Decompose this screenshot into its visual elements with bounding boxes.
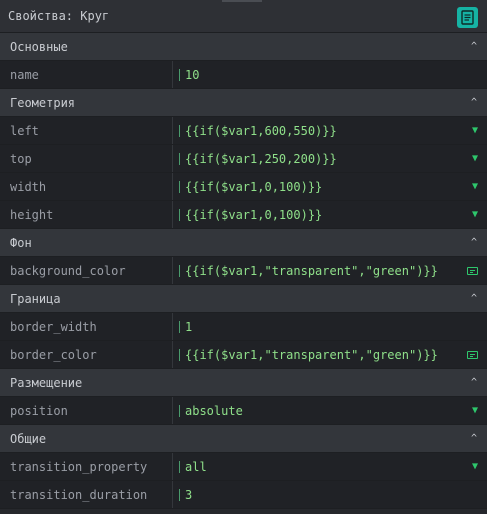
panel-titlebar: Свойства: Круг: [0, 0, 487, 33]
section-header-background[interactable]: Фон ^: [0, 229, 487, 257]
section-header-general[interactable]: Общие ^: [0, 425, 487, 453]
section-label: Размещение: [10, 375, 83, 390]
property-key: border_color: [0, 341, 173, 368]
cursor-bar: [179, 208, 180, 221]
text-edit-icon[interactable]: [467, 266, 478, 275]
chevron-down-icon[interactable]: ▼: [472, 125, 478, 136]
property-value: {{if($var1,0,100)}}: [185, 207, 323, 222]
section-label: Геометрия: [10, 95, 76, 110]
chevron-up-icon[interactable]: ^: [471, 433, 477, 444]
chevron-down-icon[interactable]: ▼: [472, 461, 478, 472]
cursor-bar: [179, 264, 180, 277]
property-key: height: [0, 201, 173, 228]
section-label: Фон: [10, 235, 32, 250]
cursor-bar: [179, 68, 180, 81]
property-value-field[interactable]: absolute ▼: [173, 397, 487, 424]
property-row-top: top {{if($var1,250,200)}} ▼: [0, 145, 487, 173]
property-value: all: [185, 459, 207, 474]
cursor-bar: [179, 460, 180, 473]
panel-title: Свойства: Круг: [8, 9, 110, 23]
property-value: 1: [185, 319, 193, 334]
property-row-border-width: border_width 1: [0, 313, 487, 341]
property-value-field[interactable]: all ▼: [173, 453, 487, 480]
property-row-name: name 10: [0, 61, 487, 89]
property-row-height: height {{if($var1,0,100)}} ▼: [0, 201, 487, 229]
property-value-field[interactable]: {{if($var1,600,550)}} ▼: [173, 117, 487, 144]
chevron-up-icon[interactable]: ^: [471, 41, 477, 52]
chevron-up-icon[interactable]: ^: [471, 377, 477, 388]
property-key: position: [0, 397, 173, 424]
property-value: {{if($var1,600,550)}}: [185, 123, 337, 138]
document-icon[interactable]: [457, 7, 478, 28]
cursor-bar: [179, 320, 180, 333]
property-key: background_color: [0, 257, 173, 284]
property-row-width: width {{if($var1,0,100)}} ▼: [0, 173, 487, 201]
section-header-main[interactable]: Основные ^: [0, 33, 487, 61]
property-value: {{if($var1,"transparent","green")}}: [185, 347, 438, 362]
chevron-up-icon[interactable]: ^: [471, 293, 477, 304]
chevron-up-icon[interactable]: ^: [471, 237, 477, 248]
section-header-placement[interactable]: Размещение ^: [0, 369, 487, 397]
property-row-left: left {{if($var1,600,550)}} ▼: [0, 117, 487, 145]
cursor-bar: [179, 152, 180, 165]
property-value: {{if($var1,"transparent","green")}}: [185, 263, 438, 278]
property-key: transition_duration: [0, 481, 173, 508]
section-header-border[interactable]: Граница ^: [0, 285, 487, 313]
properties-panel: Свойства: Круг Основные ^ name 10 Геомет…: [0, 0, 487, 514]
property-value-field[interactable]: 3: [173, 481, 487, 508]
property-key: top: [0, 145, 173, 172]
property-row-position: position absolute ▼: [0, 397, 487, 425]
property-row-transition-property: transition_property all ▼: [0, 453, 487, 481]
property-value-field[interactable]: 10: [173, 61, 487, 88]
property-value: {{if($var1,250,200)}}: [185, 151, 337, 166]
cursor-bar: [179, 348, 180, 361]
property-key: border_width: [0, 313, 173, 340]
property-key: transition_property: [0, 453, 173, 480]
chevron-up-icon[interactable]: ^: [471, 97, 477, 108]
property-value-field[interactable]: {{if($var1,"transparent","green")}}: [173, 257, 487, 284]
cursor-bar: [179, 180, 180, 193]
cursor-bar: [179, 404, 180, 417]
property-value-field[interactable]: {{if($var1,250,200)}} ▼: [173, 145, 487, 172]
property-value-field[interactable]: {{if($var1,0,100)}} ▼: [173, 201, 487, 228]
chevron-down-icon[interactable]: ▼: [472, 181, 478, 192]
property-row-transition-duration: transition_duration 3: [0, 481, 487, 509]
property-value-field[interactable]: {{if($var1,0,100)}} ▼: [173, 173, 487, 200]
property-value: absolute: [185, 403, 243, 418]
property-row-background-color: background_color {{if($var1,"transparent…: [0, 257, 487, 285]
section-label: Граница: [10, 291, 61, 306]
section-header-geometry[interactable]: Геометрия ^: [0, 89, 487, 117]
chevron-down-icon[interactable]: ▼: [472, 405, 478, 416]
property-key: width: [0, 173, 173, 200]
property-value: {{if($var1,0,100)}}: [185, 179, 323, 194]
property-row-border-color: border_color {{if($var1,"transparent","g…: [0, 341, 487, 369]
section-label: Общие: [10, 431, 47, 446]
property-value: 10: [185, 67, 200, 82]
cursor-bar: [179, 488, 180, 501]
drag-handle[interactable]: [222, 0, 262, 2]
text-edit-icon[interactable]: [467, 350, 478, 359]
property-key: left: [0, 117, 173, 144]
chevron-down-icon[interactable]: ▼: [472, 209, 478, 220]
property-value-field[interactable]: {{if($var1,"transparent","green")}}: [173, 341, 487, 368]
property-key: name: [0, 61, 173, 88]
chevron-down-icon[interactable]: ▼: [472, 153, 478, 164]
section-label: Основные: [10, 39, 68, 54]
cursor-bar: [179, 124, 180, 137]
property-value-field[interactable]: 1: [173, 313, 487, 340]
property-value: 3: [185, 487, 193, 502]
